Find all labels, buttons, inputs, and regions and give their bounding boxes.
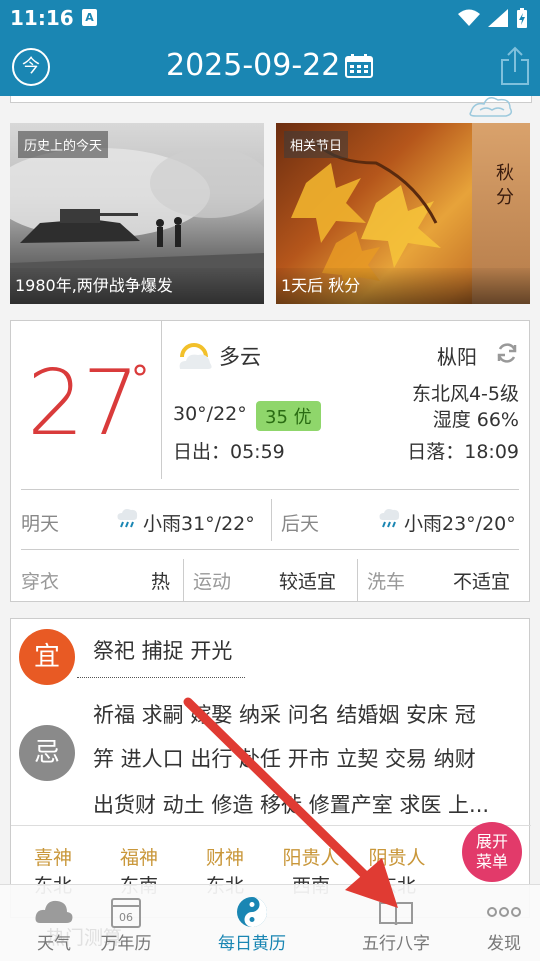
status-icons [458, 8, 528, 28]
history-tag: 历史上的今天 [18, 131, 109, 158]
festival-tag: 相关节日 [284, 131, 349, 158]
sunrise-time: 日出：05:59 [173, 441, 285, 463]
clothing-label: 穿衣 [21, 571, 60, 593]
carwash-value: 不适宜 [453, 571, 511, 593]
divider [77, 677, 245, 678]
light-rain-icon [379, 509, 400, 528]
festival-poster-text: 秋分 [493, 163, 514, 211]
clothing-value: 热 [151, 571, 171, 593]
nav-label: 每日黄历 [218, 934, 286, 954]
partly-cloudy-icon [179, 343, 212, 369]
divider [21, 489, 519, 490]
divider [357, 559, 358, 601]
city-name[interactable]: 枞阳 [437, 341, 477, 370]
expand-menu-label: 展开 [475, 832, 508, 851]
light-rain-icon [117, 509, 138, 528]
status-bar: 11:16 A [0, 0, 540, 36]
current-temperature: 27 [27, 351, 140, 456]
aqi-badge: 35 优 [256, 401, 321, 431]
sport-value: 较适宜 [279, 571, 337, 593]
history-caption: 1980年,两伊战争爆发 [10, 268, 264, 304]
tomorrow-label: 明天 [21, 513, 60, 535]
expand-menu-button[interactable]: 展开 菜单 [462, 822, 522, 882]
nav-label: 万年历 [100, 934, 152, 954]
yinyang-icon [237, 897, 267, 927]
cloud-decoration-icon [469, 97, 513, 117]
nav-bazi[interactable]: 五行八字 [342, 885, 450, 961]
divider [11, 825, 531, 826]
nav-label: 发现 [487, 934, 521, 954]
battery-icon [517, 8, 527, 28]
sport-label: 运动 [193, 571, 232, 593]
calendar-badge: 06 [119, 911, 133, 924]
divider [21, 549, 519, 550]
festival-caption: 1天后 秋分 [276, 268, 530, 304]
wifi-icon [458, 9, 480, 26]
today-button[interactable]: 今 [12, 48, 50, 86]
tomorrow-forecast: 小雨31°/22° [143, 513, 255, 535]
weather-card[interactable]: 27 ° 多云 枞阳 30°/22° 35 优 东北风4-5级 湿度 66% 日… [10, 320, 530, 602]
wind-info: 东北风4-5级 [411, 383, 519, 405]
ji-activities-line: 出货财 动土 修造 移徙 修置产室 求医 上... [93, 793, 490, 817]
nav-label: 五行八字 [362, 934, 430, 954]
carwash-label: 洗车 [367, 571, 406, 593]
ji-activities-line: 笄 进人口 出行 赴任 开市 立契 交易 纳财 [93, 747, 476, 771]
ji-activities-line: 祈福 求嗣 嫁娶 纳采 问名 结婚姻 安床 冠 [93, 703, 476, 727]
divider [183, 559, 184, 601]
yi-badge: 宜 [19, 629, 75, 685]
day-after-forecast: 小雨23°/20° [404, 513, 516, 535]
humidity-info: 湿度 66% [432, 409, 519, 431]
nav-perpetual-calendar[interactable]: 06 万年历 [72, 885, 180, 961]
deity-name: 喜神 [33, 847, 72, 869]
deity-name: 福神 [119, 847, 158, 869]
share-icon[interactable] [500, 46, 530, 86]
divider [271, 499, 272, 541]
dots-icon [487, 907, 521, 917]
status-time: 11:16 [10, 6, 74, 30]
top-card-edge [10, 96, 532, 103]
weather-condition: 多云 [219, 345, 261, 369]
nav-daily-almanac[interactable]: 每日黄历 [198, 885, 306, 961]
deity-name: 阴贵人 [368, 847, 426, 869]
divider [161, 321, 162, 479]
sim-icon: A [82, 9, 97, 26]
book-icon [379, 902, 413, 926]
expand-menu-label: 菜单 [475, 852, 508, 871]
ji-badge: 忌 [19, 725, 75, 781]
festival-card[interactable]: 秋分 相关节日 1天后 秋分 [276, 123, 530, 304]
calendar-icon[interactable] [345, 54, 373, 78]
deity-name: 阳贵人 [282, 847, 340, 869]
day-after-label: 后天 [281, 513, 320, 535]
app-header: 今 2025-09-22 [0, 36, 540, 96]
yi-activities: 祭祀 捕捉 开光 [93, 639, 233, 663]
calendar-icon: 06 [111, 898, 141, 928]
refresh-icon[interactable] [495, 341, 519, 365]
signal-icon [488, 9, 508, 27]
bottom-navigation: 热门测算 天气 06 万年历 每日黄历 五行八字 发现 [0, 884, 540, 961]
nav-discover[interactable]: 发现 [450, 885, 540, 961]
date-title[interactable]: 2025-09-22 [166, 48, 340, 83]
temperature-range: 30°/22° [173, 403, 247, 425]
deity-name: 财神 [205, 847, 244, 869]
cloud-icon [35, 900, 73, 923]
almanac-card[interactable]: 宜 祭祀 捕捉 开光 忌 祈福 求嗣 嫁娶 纳采 问名 结婚姻 安床 冠 笄 进… [10, 618, 531, 918]
history-today-card[interactable]: 历史上的今天 1980年,两伊战争爆发 [10, 123, 264, 304]
sunset-time: 日落：18:09 [407, 441, 519, 463]
degree-symbol: ° [131, 359, 149, 400]
